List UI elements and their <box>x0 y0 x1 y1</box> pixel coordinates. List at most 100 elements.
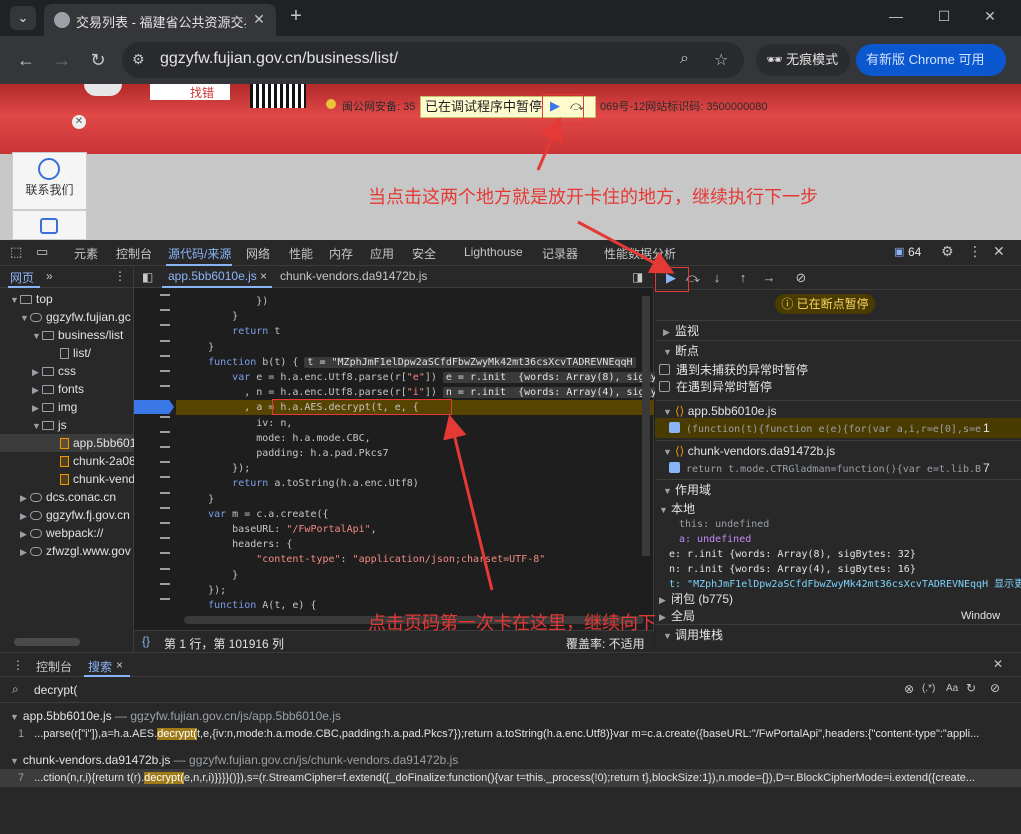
step-into-icon[interactable]: ↓ <box>707 269 727 287</box>
inline-value[interactable]: e = r.init {words: Array(8), sigBy <box>442 372 660 383</box>
close-drawer-icon[interactable]: ✕ <box>993 657 1003 671</box>
pause-caught-checkbox[interactable] <box>659 381 670 392</box>
tree-item[interactable]: ▼ ggzyfw.fujian.gc <box>0 308 134 326</box>
navigator-scrollbar[interactable] <box>14 638 80 646</box>
inspect-element-icon[interactable]: ⬚ <box>10 244 22 260</box>
code-line[interactable]: var e = h.a.enc.Utf8.parse(r["e"]) e = r.… <box>184 370 660 385</box>
issues-count[interactable]: 64 <box>908 245 921 259</box>
result-line[interactable]: 7 ...ction(n,r,i){return t(r).decrypt(e,n… <box>0 769 1021 787</box>
code-line[interactable]: return t <box>184 324 280 339</box>
tab-search-button[interactable]: ⌄ <box>10 6 36 30</box>
tab-sources[interactable]: 源代码/来源 <box>168 245 231 262</box>
breakpoints-section[interactable]: ▼ 断点 <box>655 340 1021 360</box>
issues-icon[interactable]: ▣ <box>894 245 904 258</box>
minimize-button[interactable]: — <box>882 6 910 26</box>
inline-value[interactable]: n = r.init {words: Array(4), sigBy <box>442 387 660 399</box>
code-line[interactable]: , n = h.a.enc.Utf8.parse(r["i"]) n = r.in… <box>184 385 660 400</box>
forward-icon[interactable]: → <box>50 48 74 72</box>
tree-item[interactable]: list/ <box>0 344 134 362</box>
expand-arrow-icon[interactable]: ▼ <box>10 756 19 766</box>
step-icon[interactable]: → <box>759 269 779 287</box>
toggle-navigator-icon[interactable]: ◧ <box>142 270 153 284</box>
scope-variable[interactable]: e: r.init {words: Array(8), sigBytes: 32… <box>669 547 916 562</box>
bp-vendors-checkbox[interactable] <box>669 462 680 473</box>
toggle-debugger-icon[interactable]: ◨ <box>632 270 643 284</box>
tree-item[interactable]: chunk-vend <box>0 470 135 488</box>
bp-app-checkbox[interactable] <box>669 422 680 433</box>
incognito-indicator[interactable]: 🕶 无痕模式 <box>756 44 850 76</box>
drawer-tab-search[interactable]: 搜索 <box>88 658 112 675</box>
tree-item[interactable]: ▶ css <box>0 362 134 380</box>
tab-memory[interactable]: 内存 <box>329 245 353 262</box>
tab-application[interactable]: 应用 <box>370 245 394 262</box>
zoom-search-icon[interactable]: ⌕ <box>680 50 689 68</box>
new-tab-button[interactable]: + <box>286 6 306 26</box>
code-line[interactable]: headers: { <box>184 537 292 552</box>
expand-arrow-icon[interactable]: ▼ <box>32 417 42 435</box>
step-out-icon[interactable]: ↑ <box>733 269 753 287</box>
bp-entry-vendors[interactable]: return t.mode.CTRGladman=function(){var … <box>655 458 1021 478</box>
tree-item[interactable]: ▶ zfwzgl.www.gov <box>0 542 134 560</box>
close-editor-tab-icon[interactable]: × <box>260 269 267 283</box>
expand-arrow-icon[interactable]: ▶ <box>32 399 42 417</box>
result-file[interactable]: ▼ chunk-vendors.da91472b.js — ggzyfw.fuji… <box>10 751 458 769</box>
expand-arrow-icon[interactable]: ▶ <box>20 543 30 561</box>
code-line[interactable]: }); <box>184 461 250 476</box>
deactivate-breakpoints-icon[interactable]: ⊘ <box>791 269 811 287</box>
resume-overlay-icon[interactable]: ▶ <box>550 98 566 114</box>
match-case-icon[interactable]: Aa <box>946 683 958 694</box>
drawer-menu-icon[interactable]: ⋮ <box>12 658 24 672</box>
tree-item[interactable]: ▶ dcs.conac.cn <box>0 488 134 506</box>
tree-item[interactable]: ▼ top <box>0 290 134 308</box>
expand-arrow-icon[interactable]: ▼ <box>32 327 42 345</box>
settings-gear-icon[interactable]: ⚙ <box>941 243 954 260</box>
tab-network[interactable]: 网络 <box>246 245 270 262</box>
pause-uncaught-checkbox[interactable] <box>659 364 670 375</box>
tree-item[interactable]: chunk-2a08 <box>0 452 136 470</box>
regex-toggle-icon[interactable]: (.*) <box>922 683 935 694</box>
expand-arrow-icon[interactable]: ▶ <box>32 381 42 399</box>
more-tabs-icon[interactable]: » <box>46 269 53 283</box>
tree-item[interactable]: ▶ ggzyfw.fj.gov.cn <box>0 506 134 524</box>
expand-arrow-icon[interactable]: ▶ <box>20 507 30 525</box>
bp-entry-app[interactable]: (function(t){function e(e){for(var a,i,r… <box>655 418 1021 438</box>
expand-arrow-icon[interactable]: ▶ <box>32 363 42 381</box>
navigator-tab-page[interactable]: 网页 <box>10 269 34 286</box>
code-line[interactable]: }); <box>184 583 226 598</box>
url-text[interactable]: ggzyfw.fujian.gov.cn/business/list/ <box>160 50 398 68</box>
step-over-overlay-icon[interactable]: ⤼ <box>570 98 586 114</box>
expand-arrow-icon[interactable]: ▼ <box>20 309 30 327</box>
code-line[interactable]: } <box>184 492 214 507</box>
bp-file-app[interactable]: ▼ ⟨⟩ app.5bb6010e.js <box>655 400 1021 420</box>
code-line[interactable]: iv: n, <box>184 416 292 431</box>
code-line[interactable]: "content-type": "application/json;charse… <box>184 552 545 567</box>
clear-results-icon[interactable]: ⊘ <box>990 681 1000 695</box>
close-tab-icon[interactable]: ✕ <box>250 10 268 28</box>
pause-caught-option[interactable]: 在遇到异常时暂停 <box>655 377 1021 397</box>
expand-arrow-icon[interactable]: ▼ <box>10 712 19 722</box>
tree-item[interactable]: app.5bb601 <box>0 434 136 452</box>
scope-local[interactable]: ▼ 本地 <box>655 499 1021 519</box>
more-options-icon[interactable]: ⋮ <box>968 243 982 260</box>
code-line[interactable]: } <box>184 568 238 583</box>
navigator-menu-icon[interactable]: ⋮ <box>114 269 126 283</box>
callstack-section[interactable]: ▼ 调用堆栈 <box>655 624 1021 644</box>
close-devtools-icon[interactable]: ✕ <box>993 243 1005 260</box>
device-toolbar-icon[interactable]: ▭ <box>36 244 48 260</box>
code-line[interactable]: baseURL: "/FwPortalApi", <box>184 522 377 537</box>
refresh-search-icon[interactable]: ↻ <box>966 681 976 695</box>
back-icon[interactable]: ← <box>14 48 38 72</box>
site-info-icon[interactable]: ⚙ <box>132 51 145 68</box>
scope-section[interactable]: ▼ 作用域 <box>655 479 1021 499</box>
code-line[interactable]: function b(t) {t = "MZphJmF1elDpw2aSCfdF… <box>184 355 636 370</box>
code-line[interactable]: } <box>184 340 214 355</box>
expand-arrow-icon[interactable]: ▶ <box>20 525 30 543</box>
drawer-tab-console[interactable]: 控制台 <box>36 658 72 675</box>
code-line[interactable]: var m = c.a.create({ <box>184 507 328 522</box>
tab-console[interactable]: 控制台 <box>116 245 152 262</box>
bp-file-vendors[interactable]: ▼ ⟨⟩ chunk-vendors.da91472b.js <box>655 440 1021 460</box>
expand-arrow-icon[interactable]: ▼ <box>10 291 20 309</box>
line-gutter[interactable] <box>134 288 176 612</box>
tab-lighthouse[interactable]: Lighthouse <box>464 245 523 259</box>
tab-elements[interactable]: 元素 <box>74 245 98 262</box>
